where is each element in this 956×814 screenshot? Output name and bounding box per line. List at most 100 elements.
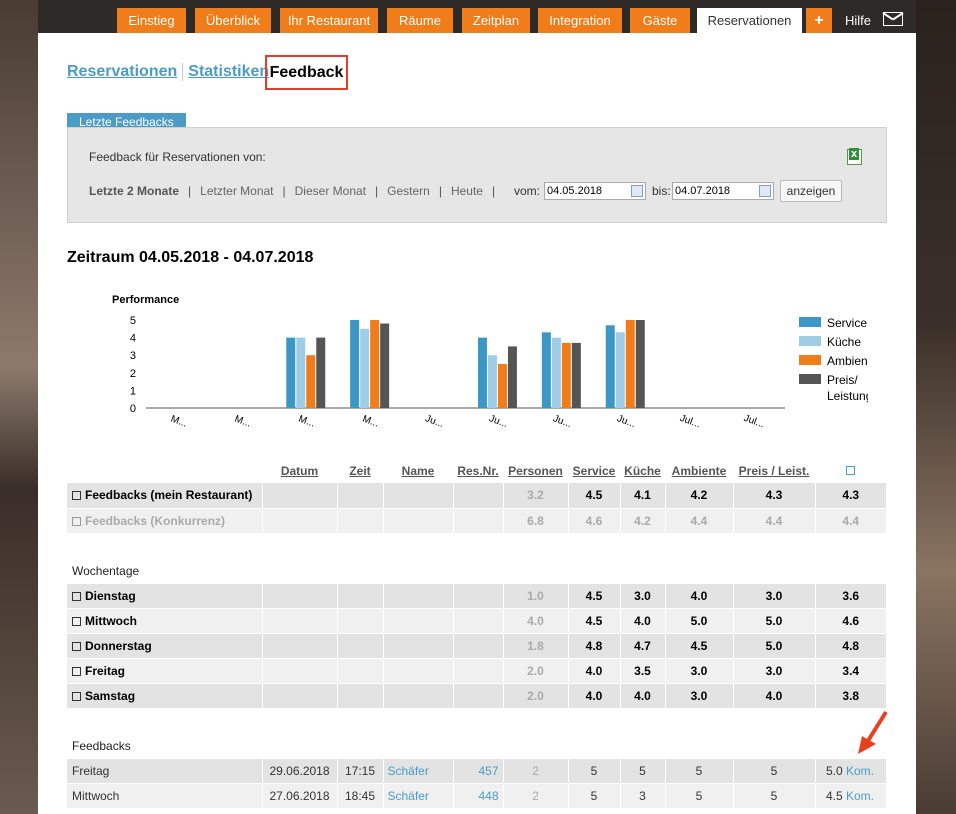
bar-service — [477, 337, 487, 408]
cell-kueche: 5 — [620, 758, 666, 784]
cell-ambiente: 5 — [665, 783, 734, 809]
col-average[interactable] — [815, 458, 887, 483]
range-this-month[interactable]: Dieser Monat — [295, 184, 366, 198]
cell-personen: 1.8 — [503, 633, 569, 659]
checkbox-icon[interactable] — [72, 616, 81, 626]
cell-personen: 2 — [503, 758, 569, 784]
cell-day: Mittwoch — [67, 783, 263, 809]
row-label: Freitag — [85, 663, 126, 678]
subnav-feedback[interactable]: Feedback — [265, 55, 348, 90]
range-last-month[interactable]: Letzter Monat — [200, 184, 273, 198]
background-right — [916, 0, 956, 814]
x-tick-label: M... — [361, 414, 380, 430]
range-yesterday[interactable]: Gestern — [387, 184, 430, 198]
reservation-number-link[interactable]: 448 — [453, 783, 504, 809]
tab-integration[interactable]: Integration — [538, 8, 622, 33]
guest-name-link[interactable]: Schäfer — [383, 758, 454, 784]
cell-ambiente: 4.5 — [665, 633, 734, 659]
col-kueche[interactable]: Küche — [620, 458, 665, 483]
cell-service: 4.5 — [568, 583, 621, 609]
col-personen[interactable]: Personen — [503, 458, 568, 483]
cell-kueche: 4.2 — [620, 508, 666, 534]
range-last-2-months[interactable]: Letzte 2 Monate — [89, 184, 179, 198]
anzeigen-button[interactable]: anzeigen — [780, 180, 842, 202]
x-tick-label: M... — [297, 414, 316, 430]
y-tick-label: 3 — [130, 350, 136, 362]
legend-swatch — [799, 317, 821, 327]
cell-kueche: 3 — [620, 783, 666, 809]
cell-personen: 2.0 — [503, 683, 569, 709]
col-zeit[interactable]: Zeit — [337, 458, 383, 483]
bis-date-input[interactable]: 04.07.2018 — [672, 182, 774, 200]
bar-küche — [551, 337, 561, 408]
tab-einstieg[interactable]: Einstieg — [117, 8, 186, 33]
cell-preis: 3.0 — [733, 583, 816, 609]
checkbox-icon[interactable] — [72, 491, 81, 501]
col-name[interactable]: Name — [383, 458, 453, 483]
checkbox-icon[interactable] — [72, 516, 81, 526]
chart-bars — [286, 320, 645, 408]
cell-time: 17:15 — [337, 758, 384, 784]
tab-ueberblick[interactable]: Überblick — [195, 8, 271, 33]
range-today[interactable]: Heute — [451, 184, 483, 198]
legend-swatch — [799, 374, 821, 384]
subnav-reservationen[interactable]: Reservationen — [67, 63, 177, 80]
help-link[interactable]: Hilfe — [845, 8, 871, 33]
col-service[interactable]: Service — [568, 458, 620, 483]
checkbox-icon[interactable] — [72, 591, 81, 601]
x-tick-label: Ju... — [488, 413, 510, 430]
reservation-number-link[interactable]: 457 — [453, 758, 504, 784]
bar-küche — [296, 337, 306, 408]
checkbox-icon[interactable] — [72, 666, 81, 676]
cell-average: 5.0 Kom. — [815, 758, 887, 784]
legend-label: Leistung — [827, 389, 868, 403]
calendar-icon[interactable] — [759, 185, 771, 197]
guest-name-link[interactable]: Schäfer — [383, 783, 454, 809]
y-tick-label: 5 — [130, 315, 136, 327]
tab-zeitplan[interactable]: Zeitplan — [462, 8, 530, 33]
calendar-icon[interactable] — [631, 185, 643, 197]
tab-reservationen[interactable]: Reservationen — [697, 8, 802, 33]
bar-service — [286, 337, 296, 408]
table-row: Mittwoch 27.06.2018 18:45 Schäfer 448 2 … — [67, 783, 887, 809]
legend-label: Ambiente — [827, 354, 868, 368]
col-preis[interactable]: Preis / Leist. — [733, 458, 815, 483]
table-row: Feedbacks (Konkurrenz) 6.8 4.6 4.2 4.4 4… — [67, 508, 887, 534]
legend-label: Service — [827, 316, 867, 330]
vom-date-input[interactable]: 04.05.2018 — [544, 182, 646, 200]
tab-ihr-restaurant[interactable]: Ihr Restaurant — [280, 8, 378, 33]
cell-ambiente: 4.4 — [665, 508, 734, 534]
mail-icon[interactable] — [883, 12, 903, 26]
col-datum[interactable]: Datum — [262, 458, 337, 483]
col-resnr[interactable]: Res.Nr. — [453, 458, 503, 483]
tab-raeume[interactable]: Räume — [387, 8, 453, 33]
tab-gaeste[interactable]: Gäste — [630, 8, 690, 33]
legend-swatch — [799, 355, 821, 365]
checkbox-icon[interactable] — [846, 465, 856, 475]
cell-service: 4.0 — [568, 683, 621, 709]
comment-link[interactable]: Kom. — [846, 789, 874, 803]
cell-date: 27.06.2018 — [262, 783, 338, 809]
performance-chart: Performance 0 1 2 3 4 5 M... M... M... M... Ju...… — [112, 294, 868, 430]
add-button[interactable]: + — [806, 8, 832, 33]
cell-preis: 5 — [733, 783, 816, 809]
table-row: Donnerstag 1.8 4.8 4.7 4.5 5.0 4.8 — [67, 633, 887, 659]
y-tick-label: 0 — [130, 403, 136, 415]
table-row: Samstag 2.0 4.0 4.0 3.0 4.0 3.8 — [67, 683, 887, 709]
bar-preis-leistung — [316, 337, 326, 408]
comment-link[interactable]: Kom. — [846, 764, 874, 778]
cell-kueche: 4.7 — [620, 633, 666, 659]
subnav-statistiken[interactable]: Statistiken — [188, 63, 269, 80]
chart-title: Performance — [112, 294, 179, 306]
excel-export-icon[interactable] — [847, 148, 862, 165]
cell-ambiente: 5.0 — [665, 608, 734, 634]
cell-preis: 4.4 — [733, 508, 816, 534]
table-row: Mittwoch 4.0 4.5 4.0 5.0 5.0 4.6 — [67, 608, 887, 634]
cell-average: 3.6 — [815, 583, 887, 609]
cell-day: Freitag — [67, 758, 263, 784]
checkbox-icon[interactable] — [72, 691, 81, 701]
col-ambiente[interactable]: Ambiente — [665, 458, 733, 483]
checkbox-icon[interactable] — [72, 641, 81, 651]
cell-personen: 1.0 — [503, 583, 569, 609]
cell-kueche: 3.0 — [620, 583, 666, 609]
